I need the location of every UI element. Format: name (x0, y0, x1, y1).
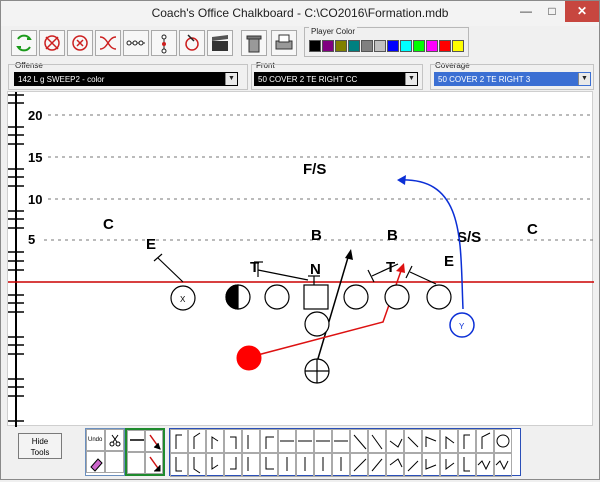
swatch-cyan[interactable] (400, 40, 412, 52)
route-button[interactable] (151, 30, 177, 56)
dots-line-button[interactable] (123, 30, 149, 56)
eraser-icon (90, 458, 103, 472)
defender-free-safety[interactable]: F/S (303, 161, 326, 178)
red-route-icon (149, 434, 161, 450)
route-icon (161, 34, 167, 54)
swatch-gray[interactable] (361, 40, 373, 52)
offense-red-player[interactable] (236, 345, 262, 371)
undo-button[interactable]: Undo (86, 429, 105, 451)
swatch-purple[interactable] (322, 40, 334, 52)
defender-left-corner[interactable]: C (103, 216, 114, 233)
target-button[interactable] (179, 30, 205, 56)
chevron-down-icon: ▼ (578, 73, 590, 85)
defender-strong-safety[interactable]: S/S (457, 229, 481, 246)
route-tools-row-1 (170, 429, 512, 453)
offense-select[interactable]: 142 L g SWEEP2 - color ▼ (14, 72, 238, 86)
offense-left-guard[interactable] (264, 284, 290, 310)
reload-play-icon (72, 35, 88, 51)
swatch-black[interactable] (309, 40, 321, 52)
swatch-green[interactable] (413, 40, 425, 52)
coverage-value: 50 COVER 2 TE RIGHT 3 (438, 75, 531, 84)
offense-right-guard[interactable] (343, 284, 369, 310)
chevron-down-icon: ▼ (405, 73, 417, 85)
line-icon (130, 439, 144, 441)
print-button[interactable] (271, 30, 297, 56)
player-color-group: Player Color (304, 27, 469, 57)
arrows-button[interactable] (95, 30, 121, 56)
swatch-magenta[interactable] (426, 40, 438, 52)
clapper-icon (212, 35, 228, 51)
print-icon (275, 34, 293, 50)
line-tools (125, 428, 165, 476)
route-tools-row-2 (170, 453, 512, 477)
dots-line-icon (126, 40, 145, 46)
trash-button[interactable] (241, 30, 267, 56)
trash-icon (246, 35, 262, 53)
eraser-button[interactable] (86, 451, 105, 473)
half-filled-player-icon (225, 284, 239, 310)
red-curve-tool-2[interactable] (145, 452, 163, 474)
red-curve-tool[interactable] (145, 430, 163, 452)
yard-label-5: 5 (28, 232, 35, 247)
edit-tools: Undo (85, 428, 125, 476)
offense-y-label: Y (459, 322, 465, 331)
scissors-icon (109, 434, 121, 447)
reload-play-button[interactable] (67, 30, 93, 56)
maximize-button[interactable]: □ (539, 1, 565, 22)
swatch-olive[interactable] (335, 40, 347, 52)
title-bar: Coach's Office Chalkboard - C:\CO2016\Fo… (1, 1, 599, 26)
refresh-button[interactable] (11, 30, 37, 56)
route-arrowhead-icon (397, 175, 406, 185)
swatch-blue[interactable] (387, 40, 399, 52)
route-arrowhead-icon (345, 249, 353, 260)
defender-left-end[interactable]: E (146, 236, 156, 253)
minimize-button[interactable]: — (513, 1, 539, 22)
front-value: 50 COVER 2 TE RIGHT CC (258, 75, 358, 84)
toolbar (1, 26, 599, 58)
chalkboard-field[interactable]: 20 15 10 5 F/S C C E B B S/S T N T E X Y (7, 91, 594, 427)
redo-button[interactable] (105, 451, 124, 473)
target-icon (185, 34, 199, 51)
red-route-icon (149, 456, 161, 472)
swatch-yellow[interactable] (452, 40, 464, 52)
arrows-icon (99, 36, 117, 50)
yard-label-20: 20 (28, 108, 42, 123)
dashed-line-tool[interactable] (127, 452, 145, 474)
defender-right-backer[interactable]: B (387, 227, 398, 244)
route-tools (169, 428, 522, 477)
offense-right-tackle[interactable] (384, 284, 410, 310)
yard-label-10: 10 (28, 192, 42, 207)
swatch-teal[interactable] (348, 40, 360, 52)
defender-right-end[interactable]: E (444, 253, 454, 270)
swap-button[interactable] (39, 30, 65, 56)
route-row-2 (170, 453, 522, 477)
hide-tools-button[interactable]: Hide Tools (18, 433, 62, 459)
swatch-red[interactable] (439, 40, 451, 52)
offense-center[interactable] (303, 284, 329, 310)
offense-x-label: X (180, 295, 186, 304)
route-row-1 (170, 429, 522, 453)
swatch-silver[interactable] (374, 40, 386, 52)
offense-tight-end[interactable] (426, 284, 452, 310)
app-window: Coach's Office Chalkboard - C:\CO2016\Fo… (0, 0, 600, 480)
window-title: Coach's Office Chalkboard - C:\CO2016\Fo… (151, 6, 449, 20)
defender-left-backer[interactable]: B (311, 227, 322, 244)
swap-icon (44, 35, 60, 51)
cut-button[interactable] (105, 429, 124, 451)
defender-right-corner[interactable]: C (527, 221, 538, 238)
close-button[interactable]: ✕ (565, 1, 599, 22)
field-svg: 20 15 10 5 F/S C C E B B S/S T N T E X Y (8, 92, 594, 427)
yard-label-15: 15 (28, 150, 42, 165)
refresh-icon (16, 34, 32, 52)
player-color-label: Player Color (309, 27, 358, 36)
coverage-select[interactable]: 50 COVER 2 TE RIGHT 3 ▼ (434, 72, 591, 86)
chevron-down-icon: ▼ (225, 73, 237, 85)
clapper-button[interactable] (207, 30, 233, 56)
straight-line-tool[interactable] (127, 430, 145, 452)
offense-value: 142 L g SWEEP2 - color (18, 75, 105, 84)
tool-palette: Hide Tools Undo (1, 425, 599, 480)
offense-quarterback[interactable] (304, 311, 330, 337)
front-select[interactable]: 50 COVER 2 TE RIGHT CC ▼ (254, 72, 418, 86)
